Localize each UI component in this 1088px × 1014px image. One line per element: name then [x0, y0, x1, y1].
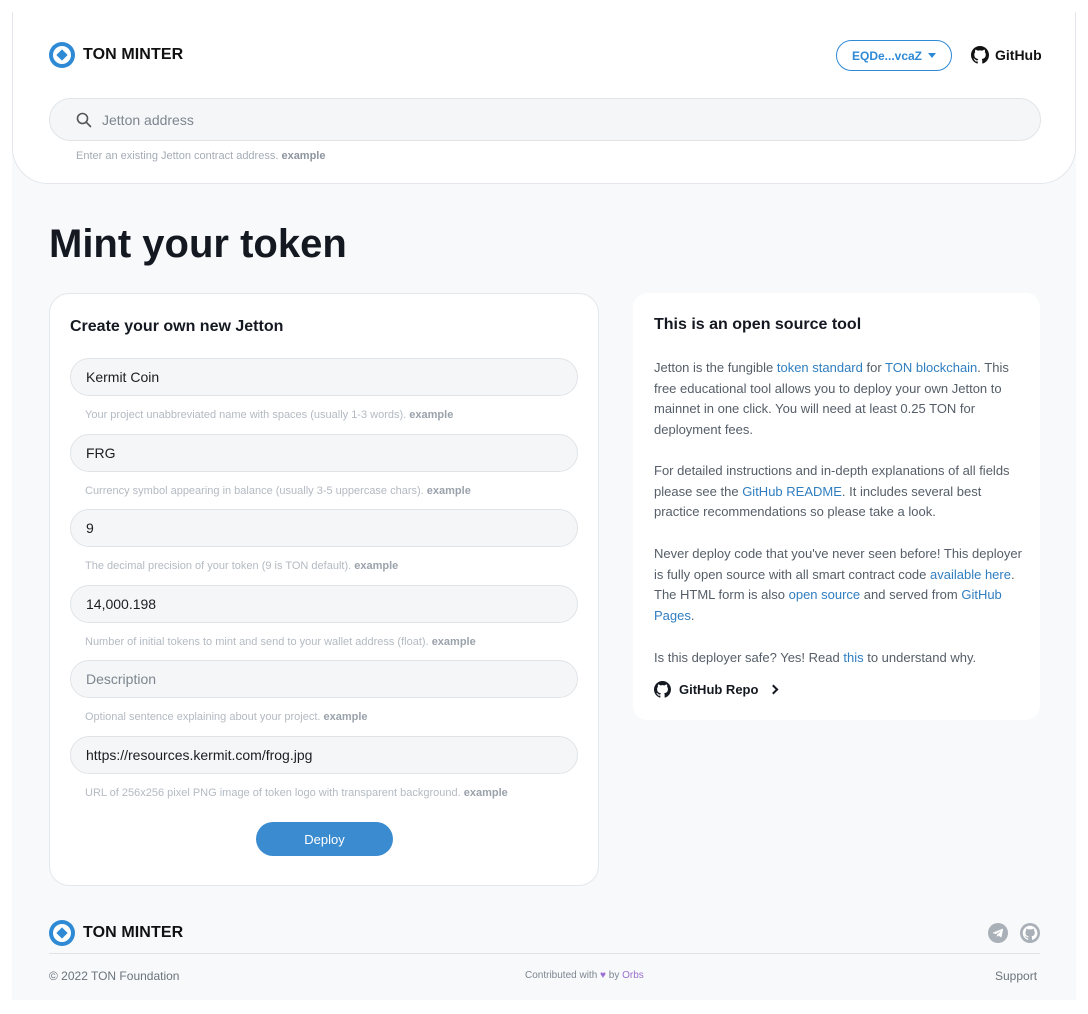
info-paragraph-4: Is this deployer safe? Yes! Read this to… [654, 648, 1024, 669]
info-text: Is this deployer safe? Yes! Read [654, 650, 844, 665]
telegram-icon[interactable] [988, 923, 1008, 943]
info-card: This is an open source tool Jetton is th… [633, 293, 1040, 720]
decimals-input[interactable]: 9 [70, 509, 578, 547]
footer-divider [49, 953, 1040, 954]
open-source-link[interactable]: open source [789, 587, 861, 602]
info-text: and served from [860, 587, 962, 603]
example-link[interactable]: example [324, 711, 368, 723]
token-standard-link[interactable]: token standard [777, 360, 863, 375]
info-title: This is an open source tool [654, 316, 862, 333]
hint-text: The decimal precision of your token (9 i… [85, 560, 352, 572]
jetton-address-input[interactable] [102, 111, 1002, 128]
example-link[interactable]: example [409, 409, 453, 421]
hint-text: Your project unabbreviated name with spa… [85, 409, 407, 421]
contributed-note: Contributed with ♥ by Orbs [525, 970, 644, 981]
github-icon[interactable] [1020, 923, 1040, 943]
field-hint: Optional sentence explaining about your … [85, 711, 578, 723]
contrib-by: by [608, 970, 620, 981]
search-hint: Enter an existing Jetton contract addres… [76, 150, 325, 162]
form-title: Create your own new Jetton [70, 318, 284, 335]
field-hint: Currency symbol appearing in balance (us… [85, 485, 578, 497]
ton-blockchain-link[interactable]: TON blockchain [885, 360, 977, 375]
search-hint-text: Enter an existing Jetton contract addres… [76, 150, 279, 162]
this-link[interactable]: this [843, 650, 863, 665]
chevron-right-icon [768, 684, 779, 695]
jetton-search-bar[interactable] [49, 98, 1041, 141]
example-link[interactable]: example [354, 560, 398, 572]
info-paragraph-3: Never deploy code that you've never seen… [654, 544, 1024, 627]
ton-logo-icon [49, 920, 75, 946]
repo-label: GitHub Repo [679, 682, 759, 697]
hint-text: Currency symbol appearing in balance (us… [85, 485, 424, 497]
contrib-text: Contributed with [525, 970, 598, 981]
jetton-form-card: Create your own new Jetton Kermit Coin Y… [49, 293, 599, 886]
info-text: Jetton is the fungible [654, 360, 777, 375]
decimals-field: 9 The decimal precision of your token (9… [70, 509, 578, 572]
github-label: GitHub [995, 47, 1042, 63]
github-icon [971, 46, 989, 64]
info-text: to understand why. [863, 650, 977, 665]
search-example-link[interactable]: example [281, 150, 325, 162]
info-text: for [862, 360, 886, 375]
symbol-field: FRG Currency symbol appearing in balance… [70, 434, 578, 497]
info-text: . [690, 608, 695, 624]
caret-down-icon [928, 53, 937, 58]
description-field: Description Optional sentence explaining… [70, 660, 578, 723]
name-field: Kermit Coin Your project unabbreviated n… [70, 358, 578, 421]
logo-text: TON MINTER [83, 46, 184, 63]
image-url-field: https://resources.kermit.com/frog.jpg UR… [70, 736, 578, 799]
hint-text: Optional sentence explaining about your … [85, 711, 321, 723]
top-header: TON MINTER EQDe...vcaZ GitHub Enter an e… [12, 12, 1076, 184]
info-paragraph-1: Jetton is the fungible token standard fo… [654, 358, 1024, 441]
support-link[interactable]: Support [995, 969, 1037, 983]
search-icon [76, 112, 92, 127]
hint-text: Number of initial tokens to mint and sen… [85, 636, 429, 648]
deploy-button[interactable]: Deploy [256, 822, 393, 856]
github-repo-link[interactable]: GitHub Repo [654, 681, 779, 698]
copyright: © 2022 TON Foundation [49, 969, 180, 983]
available-here-link[interactable]: available here [930, 567, 1011, 582]
field-hint: The decimal precision of your token (9 i… [85, 560, 578, 572]
heart-icon: ♥ [600, 970, 606, 981]
github-icon [654, 681, 671, 698]
hint-text: URL of 256x256 pixel PNG image of token … [85, 787, 461, 799]
example-link[interactable]: example [432, 636, 476, 648]
example-link[interactable]: example [464, 787, 508, 799]
image-url-input[interactable]: https://resources.kermit.com/frog.jpg [70, 736, 578, 774]
ton-logo-icon [49, 42, 75, 68]
supply-field: 14,000.198 Number of initial tokens to m… [70, 585, 578, 648]
logo-text: TON MINTER [83, 924, 184, 941]
field-hint: Your project unabbreviated name with spa… [85, 409, 578, 421]
info-paragraph-2: For detailed instructions and in-depth e… [654, 461, 1024, 523]
page-title: Mint your token [49, 222, 347, 266]
supply-input[interactable]: 14,000.198 [70, 585, 578, 623]
orbs-link[interactable]: Orbs [622, 970, 644, 981]
wallet-address: EQDe...vcaZ [851, 48, 923, 63]
name-input[interactable]: Kermit Coin [70, 358, 578, 396]
wallet-address-button[interactable]: EQDe...vcaZ [836, 40, 952, 71]
field-hint: URL of 256x256 pixel PNG image of token … [85, 787, 578, 799]
github-readme-link[interactable]: GitHub README [742, 484, 842, 499]
description-input[interactable]: Description [70, 660, 578, 698]
header-logo[interactable]: TON MINTER [49, 42, 183, 68]
footer-logo[interactable]: TON MINTER [49, 920, 183, 946]
field-hint: Number of initial tokens to mint and sen… [85, 636, 578, 648]
example-link[interactable]: example [427, 485, 471, 497]
symbol-input[interactable]: FRG [70, 434, 578, 472]
github-link[interactable]: GitHub [971, 46, 1042, 64]
